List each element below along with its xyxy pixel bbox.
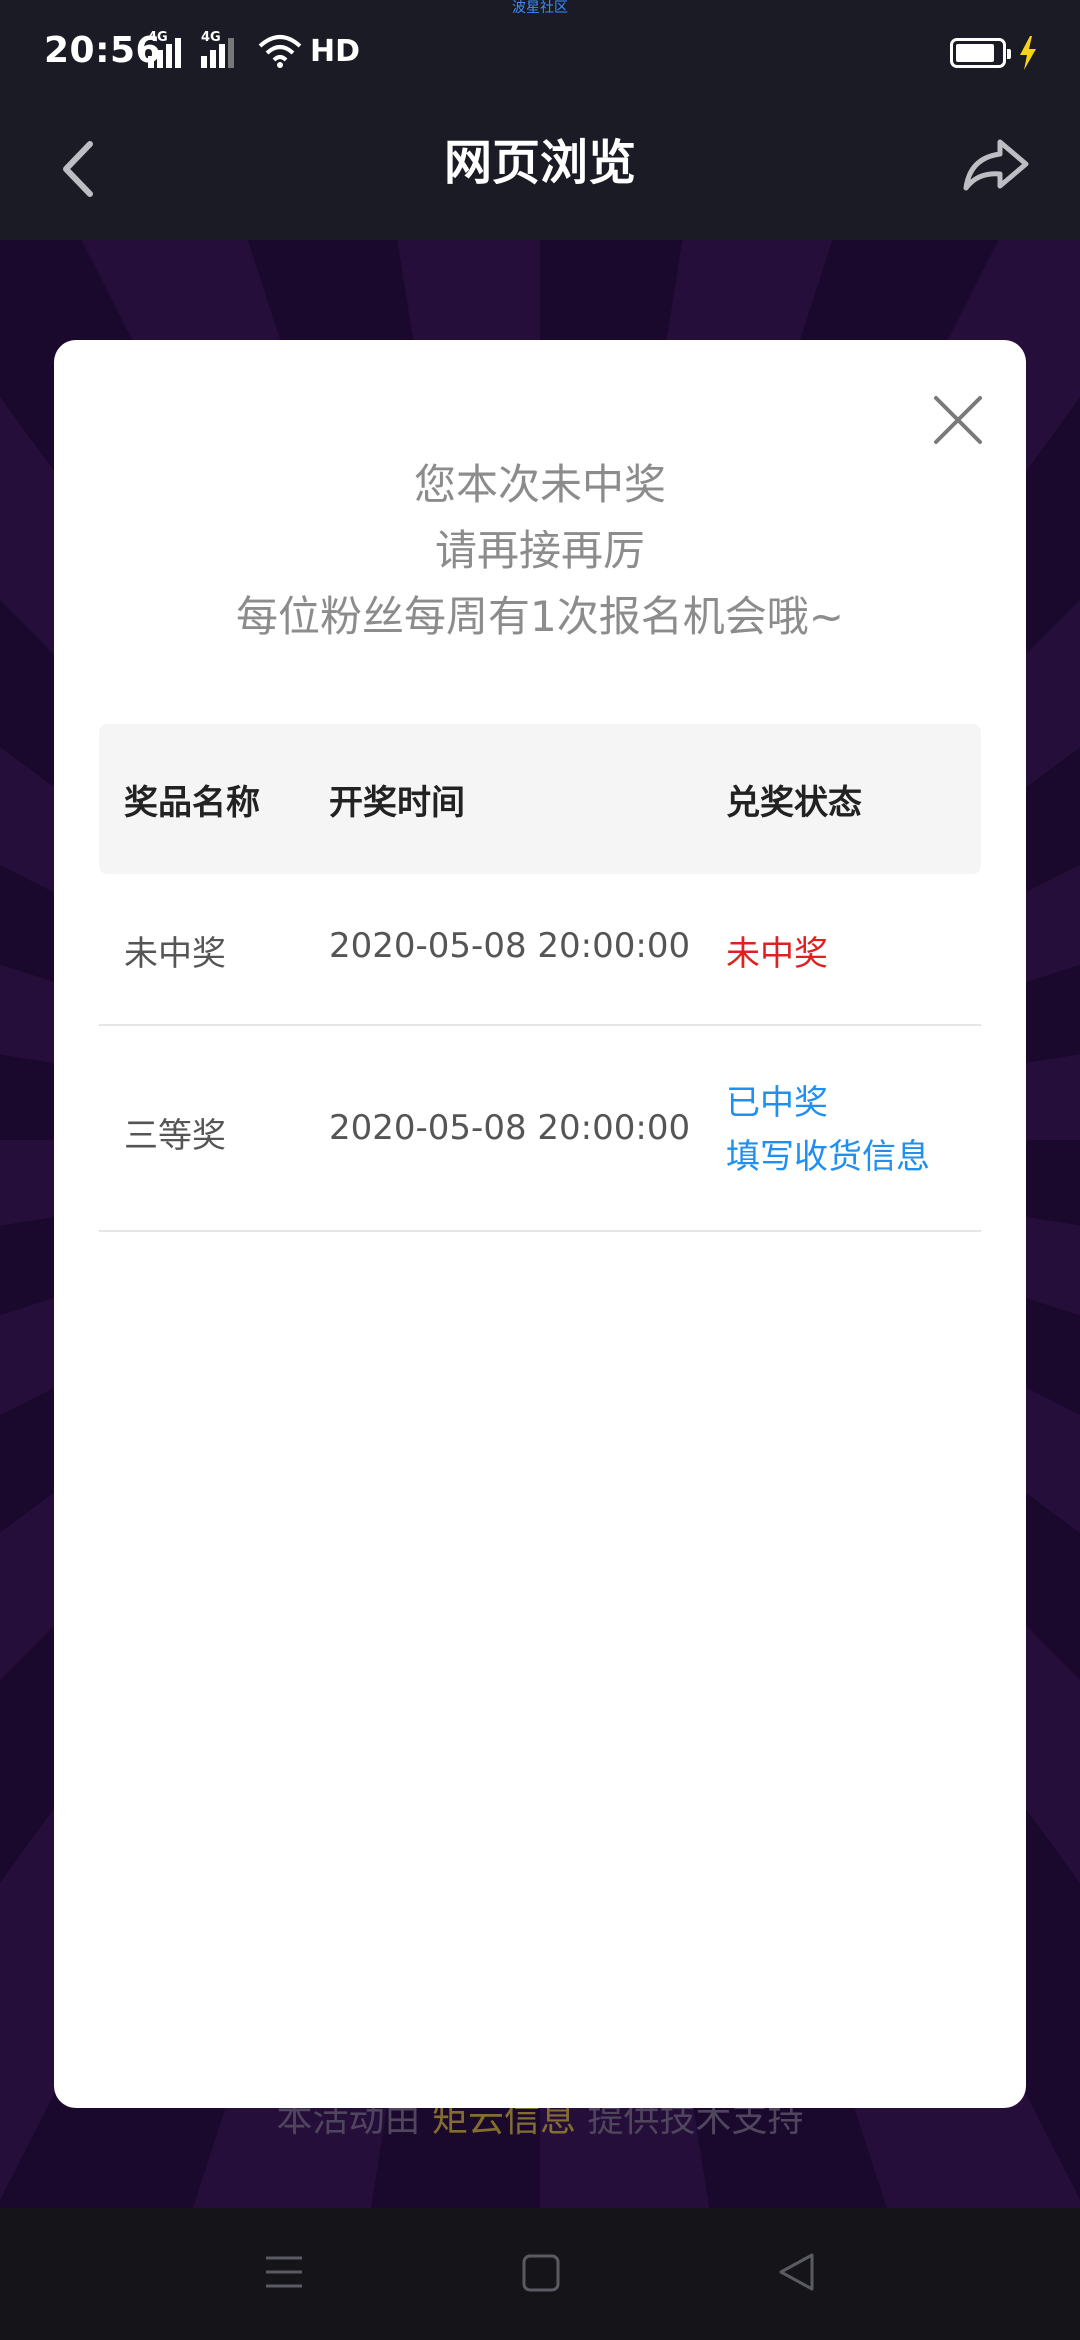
network-type-label: 4G (148, 30, 168, 45)
signal-icon: 4G (148, 30, 181, 68)
home-icon[interactable] (522, 2254, 560, 2292)
signal-group: 4G 4G (148, 30, 234, 68)
table-header: 奖品名称 开奖时间 兑奖状态 (99, 724, 981, 874)
watermark: 波星社区 (512, 0, 568, 16)
draw-time: 2020-05-08 20:00:00 (329, 1108, 691, 1148)
fill-shipping-info-link[interactable]: 填写收货信息 (726, 1130, 930, 1184)
page-title: 网页浏览 (443, 135, 636, 191)
prize-name: 三等奖 (124, 1116, 226, 1156)
table-row: 未中奖 2020-05-08 20:00:00 未中奖 (99, 874, 981, 1026)
header-prize-name: 奖品名称 (124, 782, 260, 823)
system-nav-bar (0, 2208, 1080, 2340)
network-type-label: 4G (201, 30, 221, 45)
encourage-message: 请再接再厉 (434, 526, 645, 575)
menu-icon[interactable] (264, 2252, 304, 2292)
status-bar: 波星社区 20:56 4G 4G HD (0, 0, 1080, 108)
hd-label: HD (310, 34, 361, 69)
prize-name: 未中奖 (124, 934, 226, 974)
header-redeem-status: 兑奖状态 (726, 782, 862, 823)
close-button[interactable] (918, 380, 998, 460)
share-button[interactable] (960, 136, 1032, 196)
charging-icon (1020, 36, 1036, 70)
result-modal: 您本次未中奖 请再接再厉 每位粉丝每周有1次报名机会哦~ 奖品名称 开奖时间 兑… (54, 340, 1026, 2108)
redeem-status-cell: 已中奖 填写收货信息 (726, 1076, 930, 1184)
redeem-status: 已中奖 (726, 1083, 828, 1123)
nav-bar: 网页浏览 (0, 108, 1080, 240)
status-time: 20:56 (44, 30, 162, 71)
signal-icon: 4G (201, 30, 234, 68)
share-icon (963, 139, 1029, 191)
redeem-status: 未中奖 (726, 934, 828, 974)
table-row: 三等奖 2020-05-08 20:00:00 已中奖 填写收货信息 (99, 1026, 981, 1232)
draw-time: 2020-05-08 20:00:00 (329, 926, 691, 966)
result-message: 您本次未中奖 (413, 460, 666, 509)
battery-icon (950, 38, 1011, 68)
header-draw-time: 开奖时间 (329, 782, 465, 823)
prize-table: 奖品名称 开奖时间 兑奖状态 未中奖 2020-05-08 20:00:00 未… (99, 724, 981, 1232)
chance-message: 每位粉丝每周有1次报名机会哦~ (236, 592, 844, 641)
back-triangle-icon[interactable] (776, 2252, 816, 2292)
close-icon (934, 396, 982, 444)
wifi-icon (258, 35, 302, 68)
